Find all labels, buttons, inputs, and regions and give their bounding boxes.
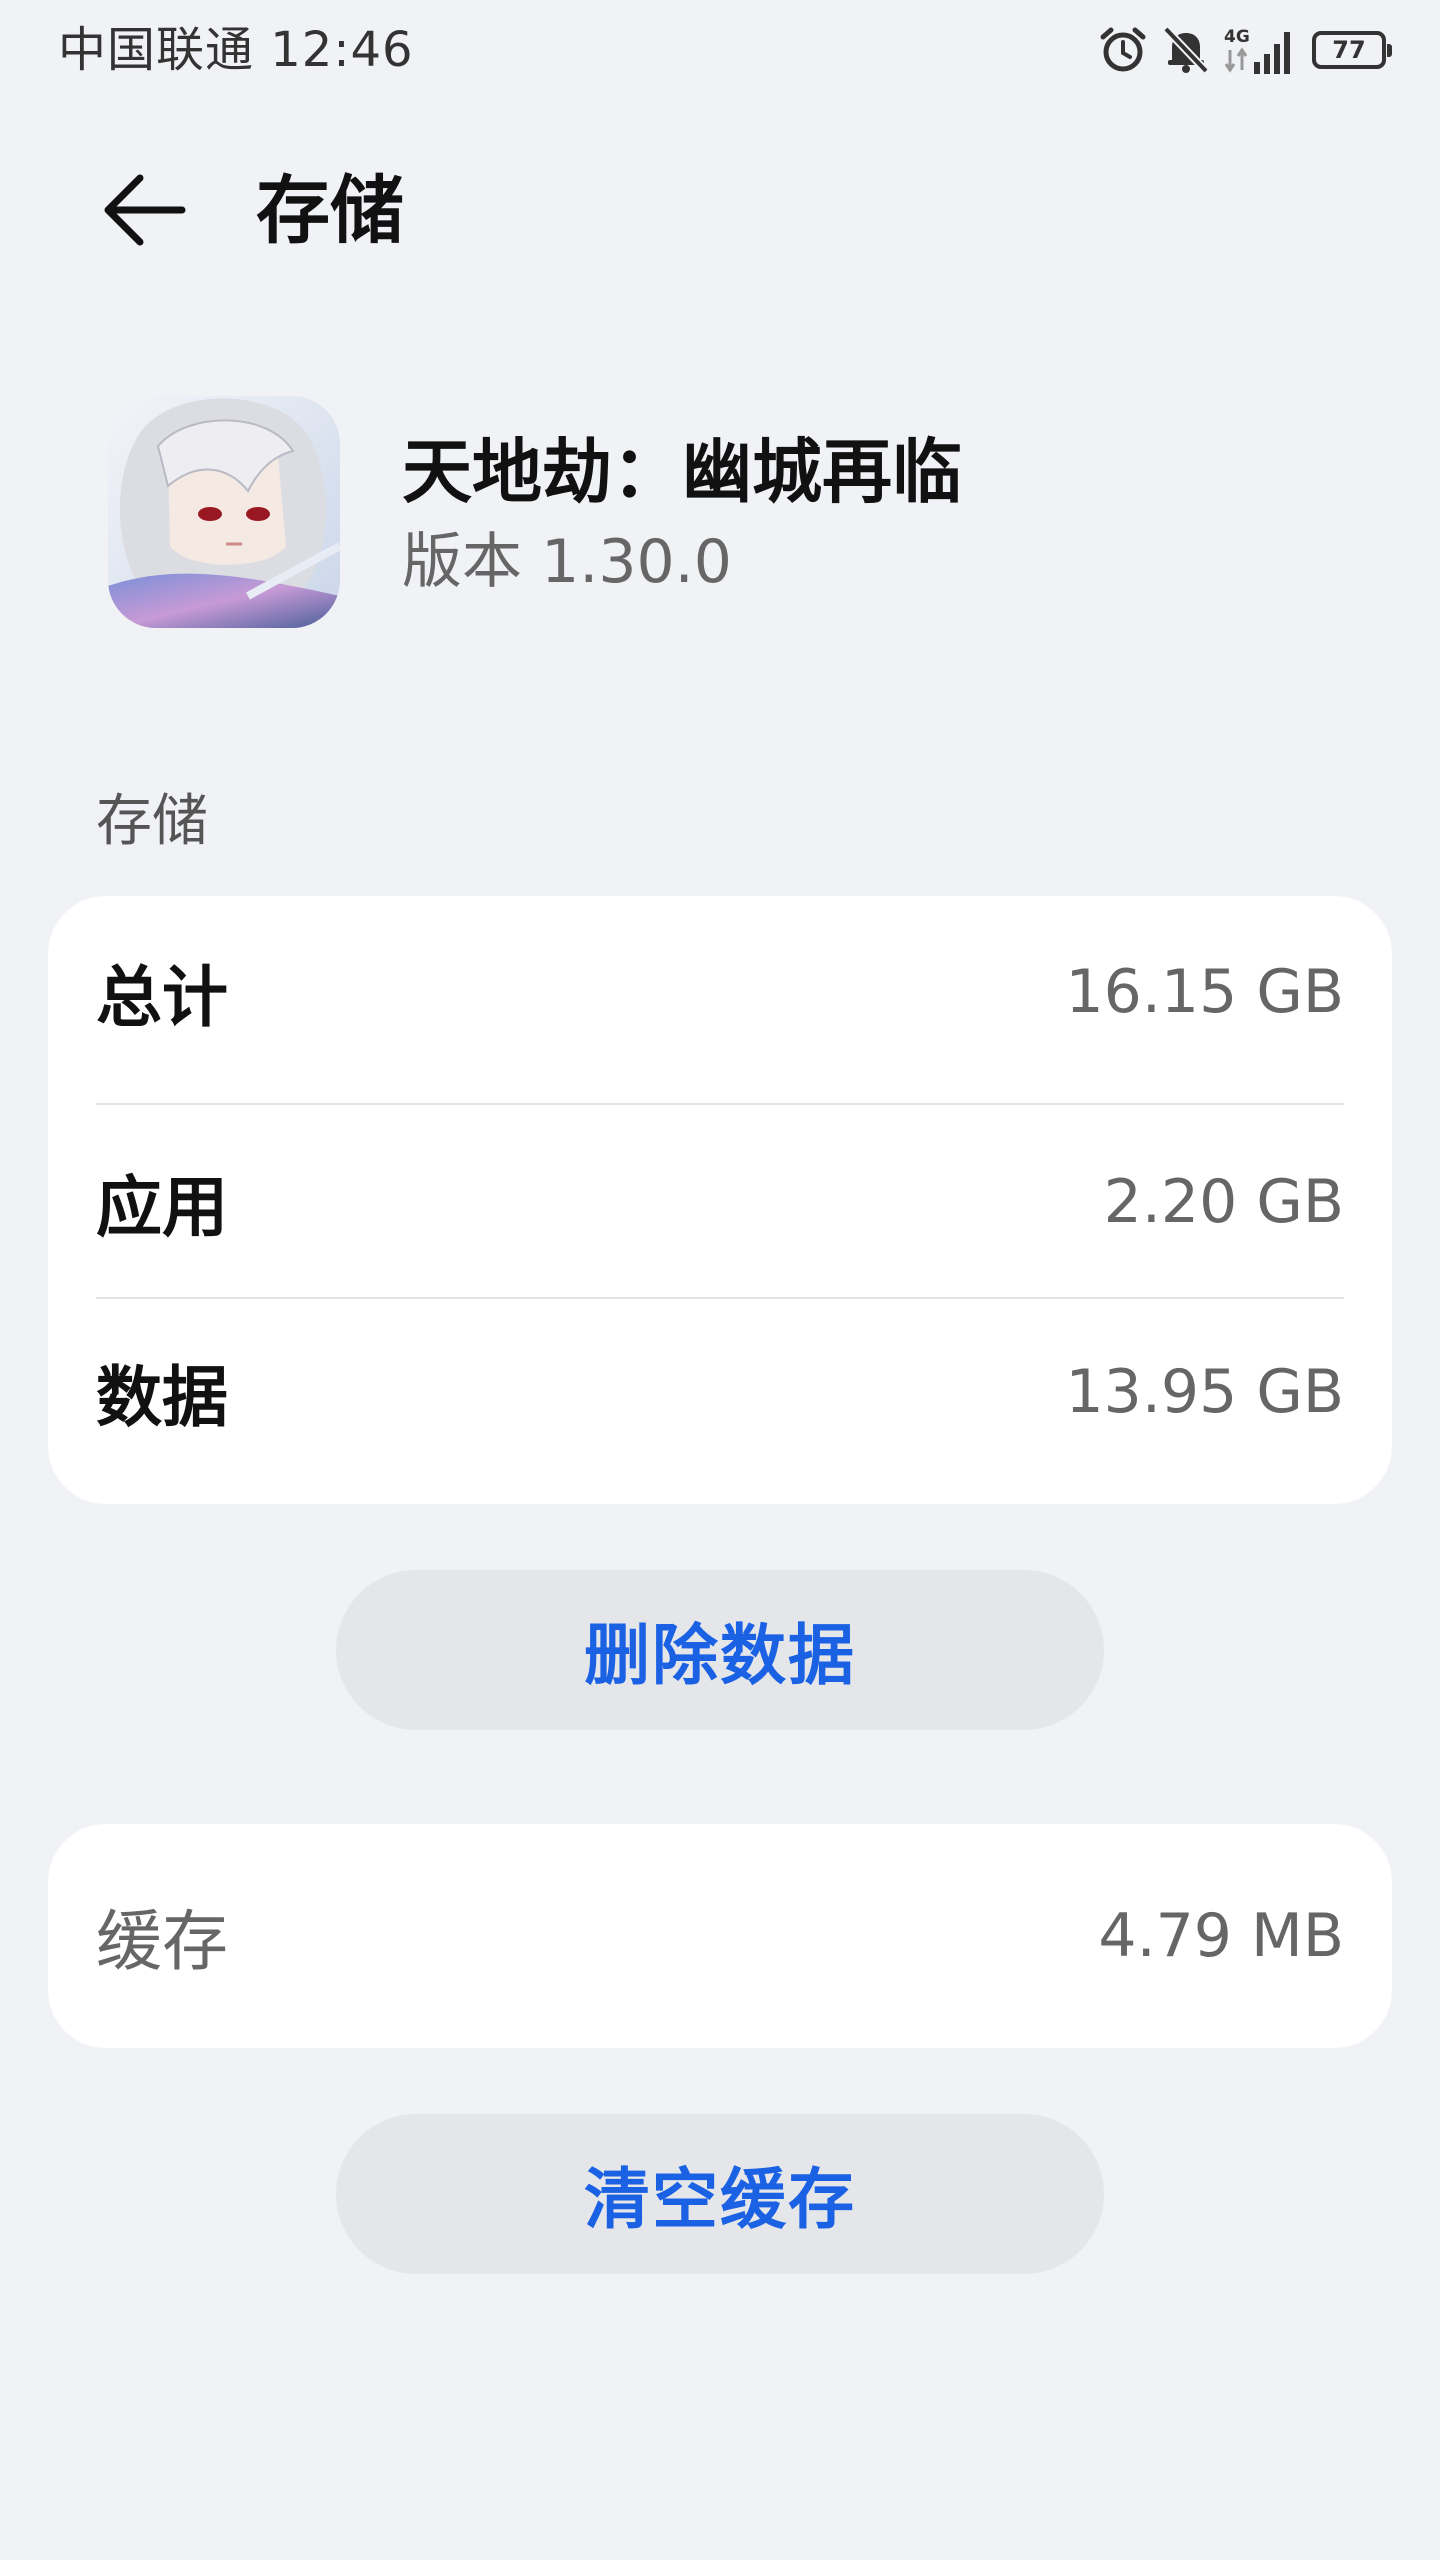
storage-card: 总计 16.15 GB 应用 2.20 GB 数据 13.95 GB <box>48 896 1392 1504</box>
storage-row-app: 应用 2.20 GB <box>96 1106 1344 1298</box>
back-button[interactable] <box>92 160 196 264</box>
storage-row-value: 2.20 GB <box>1103 1167 1344 1237</box>
app-name: 天地劫：幽城再临 <box>402 431 962 513</box>
storage-row-data: 数据 13.95 GB <box>96 1296 1344 1488</box>
alarm-icon <box>1098 25 1148 75</box>
storage-row-value: 13.95 GB <box>1065 1357 1345 1427</box>
app-version: 版本 1.30.0 <box>402 527 732 597</box>
cache-value: 4.79 MB <box>1098 1901 1344 1971</box>
storage-row-value: 16.15 GB <box>1065 957 1345 1027</box>
status-icons: 4G 77 <box>1098 22 1392 78</box>
cache-card: 缓存 4.79 MB <box>48 1824 1392 2048</box>
signal-4g-icon: 4G <box>1224 24 1298 76</box>
delete-data-button[interactable]: 删除数据 <box>336 1570 1104 1730</box>
status-bar: 中国联通 12:46 4G 77 <box>0 0 1440 100</box>
carrier-time: 中国联通 12:46 <box>58 22 414 78</box>
storage-section-label: 存储 <box>96 789 208 854</box>
battery-icon: 77 <box>1312 31 1392 69</box>
row-divider <box>96 1103 1344 1105</box>
cache-row: 缓存 4.79 MB <box>96 1840 1344 2032</box>
app-icon <box>108 396 340 628</box>
cache-label: 缓存 <box>96 1903 228 1980</box>
storage-row-label: 数据 <box>96 1359 228 1436</box>
network-label: 4G <box>1224 27 1250 47</box>
storage-row-total: 总计 16.15 GB <box>96 896 1344 1088</box>
bell-off-icon <box>1162 25 1210 75</box>
page-title: 存储 <box>256 168 404 254</box>
storage-row-label: 应用 <box>96 1169 228 1246</box>
arrow-left-icon <box>102 174 186 250</box>
storage-row-label: 总计 <box>96 959 228 1036</box>
battery-level: 77 <box>1332 36 1366 64</box>
clear-cache-button[interactable]: 清空缓存 <box>336 2114 1104 2274</box>
